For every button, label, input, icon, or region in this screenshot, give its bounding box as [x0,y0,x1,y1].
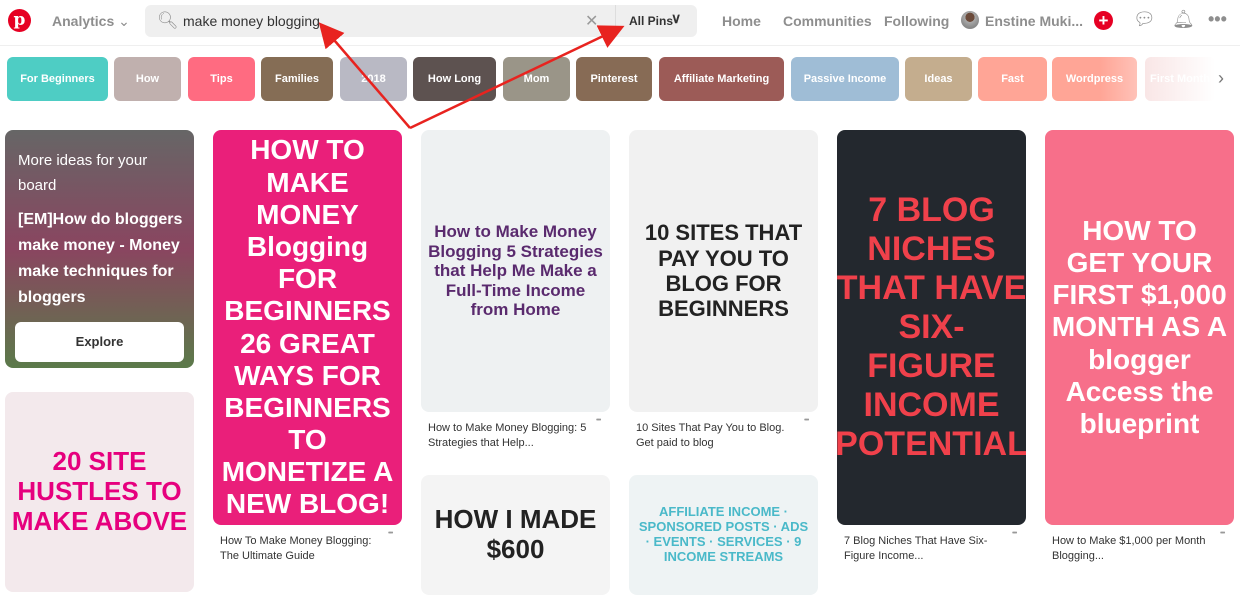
annotation-arrows [318,22,625,130]
annotation-arrow [409,25,625,130]
annotation-arrow [318,22,411,129]
